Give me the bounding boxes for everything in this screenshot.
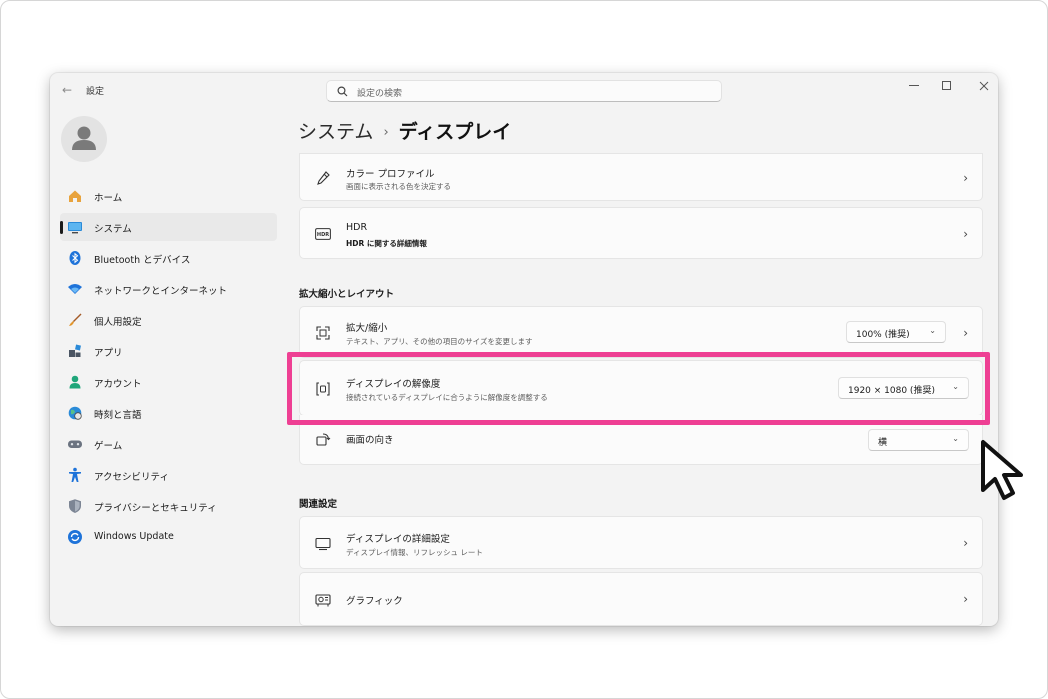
sidebar-item-label: ゲーム [94,441,123,452]
sidebar-item-label: ホーム [94,193,123,204]
account-icon [67,374,83,390]
monitor-icon [314,535,332,553]
dropdown-value: 横 [878,438,888,448]
page-title: ディスプレイ [398,121,512,143]
close-icon[interactable] [975,79,993,93]
chevron-right-icon: › [963,227,968,241]
color-profile-card[interactable]: カラー プロファイル 画面に表示される色を決定する › [299,153,983,201]
graphics-card[interactable]: グラフィック › [299,572,983,626]
sidebar-item-home[interactable]: ホーム [60,182,277,210]
card-subtitle: ディスプレイ情報、リフレッシュ レート [346,548,483,557]
orientation-dropdown[interactable]: 横 ⌄ [868,429,969,451]
gamepad-icon [67,436,83,452]
sidebar-item-label: 個人用設定 [94,317,142,328]
sidebar-item-label: Bluetooth とデバイス [94,255,191,266]
sidebar-item-accessibility[interactable]: アクセシビリティ [60,461,277,489]
section-heading-scale-layout: 拡大縮小とレイアウト [299,289,395,300]
sidebar-nav: ホーム システム Bluetooth とデバイス ネットワークとインターネット … [60,182,277,554]
dropdown-value: 100% (推奨) [856,330,910,340]
highlight-box [287,352,990,425]
brush-icon [67,312,83,328]
chevron-right-icon: › [963,536,968,550]
maximize-icon[interactable] [938,79,956,93]
search-input[interactable]: 設定の検索 [357,86,402,99]
card-subtitle: テキスト、アプリ、その他の項目のサイズを変更します [346,337,533,346]
shield-icon [67,498,83,514]
eyedropper-icon [314,169,332,187]
update-icon [67,529,83,545]
sidebar-item-label: アカウント [94,379,142,390]
card-subtitle: 画面に表示される色を決定する [346,182,451,191]
scale-card[interactable]: 拡大/縮小 テキスト、アプリ、その他の項目のサイズを変更します 100% (推奨… [299,306,983,358]
scale-dropdown[interactable]: 100% (推奨) ⌄ [846,321,946,343]
breadcrumb-separator: › [383,125,389,140]
card-title: 拡大/縮小 [346,323,388,334]
sidebar-item-label: ネットワークとインターネット [94,286,228,297]
system-icon [67,219,83,235]
graphics-card-icon [314,591,332,609]
chevron-down-icon: ⌄ [952,434,959,443]
globe-icon [67,405,83,421]
orientation-icon [314,431,332,449]
sidebar-item-privacy-security[interactable]: プライバシーとセキュリティ [60,492,277,520]
sidebar-item-bluetooth[interactable]: Bluetooth とデバイス [60,244,277,272]
sidebar-item-label: プライバシーとセキュリティ [94,503,217,514]
card-title: ディスプレイの詳細設定 [346,534,450,545]
user-icon [72,126,96,150]
accessibility-icon [67,467,83,483]
back-arrow-icon[interactable]: ← [59,82,75,98]
sidebar-item-system[interactable]: システム [60,213,277,241]
sidebar-item-windows-update[interactable]: Windows Update [60,523,277,551]
sidebar-item-accounts[interactable]: アカウント [60,368,277,396]
sidebar-item-label: アクセシビリティ [94,472,169,483]
chevron-right-icon: › [963,326,968,340]
sidebar-item-label: アプリ [94,348,123,359]
card-title: 画面の向き [346,435,394,446]
hdr-card[interactable]: HDR HDR HDR に関する詳細情報 › [299,207,983,259]
svg-text:HDR: HDR [317,232,329,238]
minimize-icon[interactable] [905,79,923,93]
sidebar-item-label: Windows Update [94,531,174,542]
section-heading-related: 関連設定 [299,499,338,510]
apps-icon [67,343,83,359]
chevron-down-icon: ⌄ [929,326,936,335]
card-title: グラフィック [346,596,403,607]
sidebar-item-time-language[interactable]: 時刻と言語 [60,399,277,427]
card-title: HDR [346,222,368,233]
settings-window: ← 設定 設定の検索 ホーム システム Bluetooth とデバイス ネットワ… [50,73,998,626]
sidebar-item-apps[interactable]: アプリ [60,337,277,365]
hdr-icon: HDR [314,225,332,243]
card-title: カラー プロファイル [346,169,435,180]
sidebar-item-label: 時刻と言語 [94,410,142,421]
bluetooth-icon [67,250,83,266]
mouse-pointer-icon [981,440,1023,500]
title-bar: ← 設定 設定の検索 [50,73,998,109]
search-box[interactable]: 設定の検索 [326,80,722,102]
scale-icon [314,324,332,342]
sidebar-item-label: システム [94,224,132,235]
chevron-right-icon: › [963,592,968,606]
hdr-info-link[interactable]: HDR に関する詳細情報 [346,238,427,249]
sidebar-item-network[interactable]: ネットワークとインターネット [60,275,277,303]
sidebar-item-personalization[interactable]: 個人用設定 [60,306,277,334]
breadcrumb-parent[interactable]: システム [298,121,373,143]
wifi-icon [67,281,83,297]
breadcrumb: システム › ディスプレイ [298,117,511,144]
avatar[interactable] [61,116,107,162]
app-title: 設定 [86,87,105,97]
home-icon [67,188,83,204]
sidebar-item-gaming[interactable]: ゲーム [60,430,277,458]
advanced-display-card[interactable]: ディスプレイの詳細設定 ディスプレイ情報、リフレッシュ レート › [299,516,983,569]
search-icon [337,86,348,97]
chevron-right-icon: › [963,171,968,185]
